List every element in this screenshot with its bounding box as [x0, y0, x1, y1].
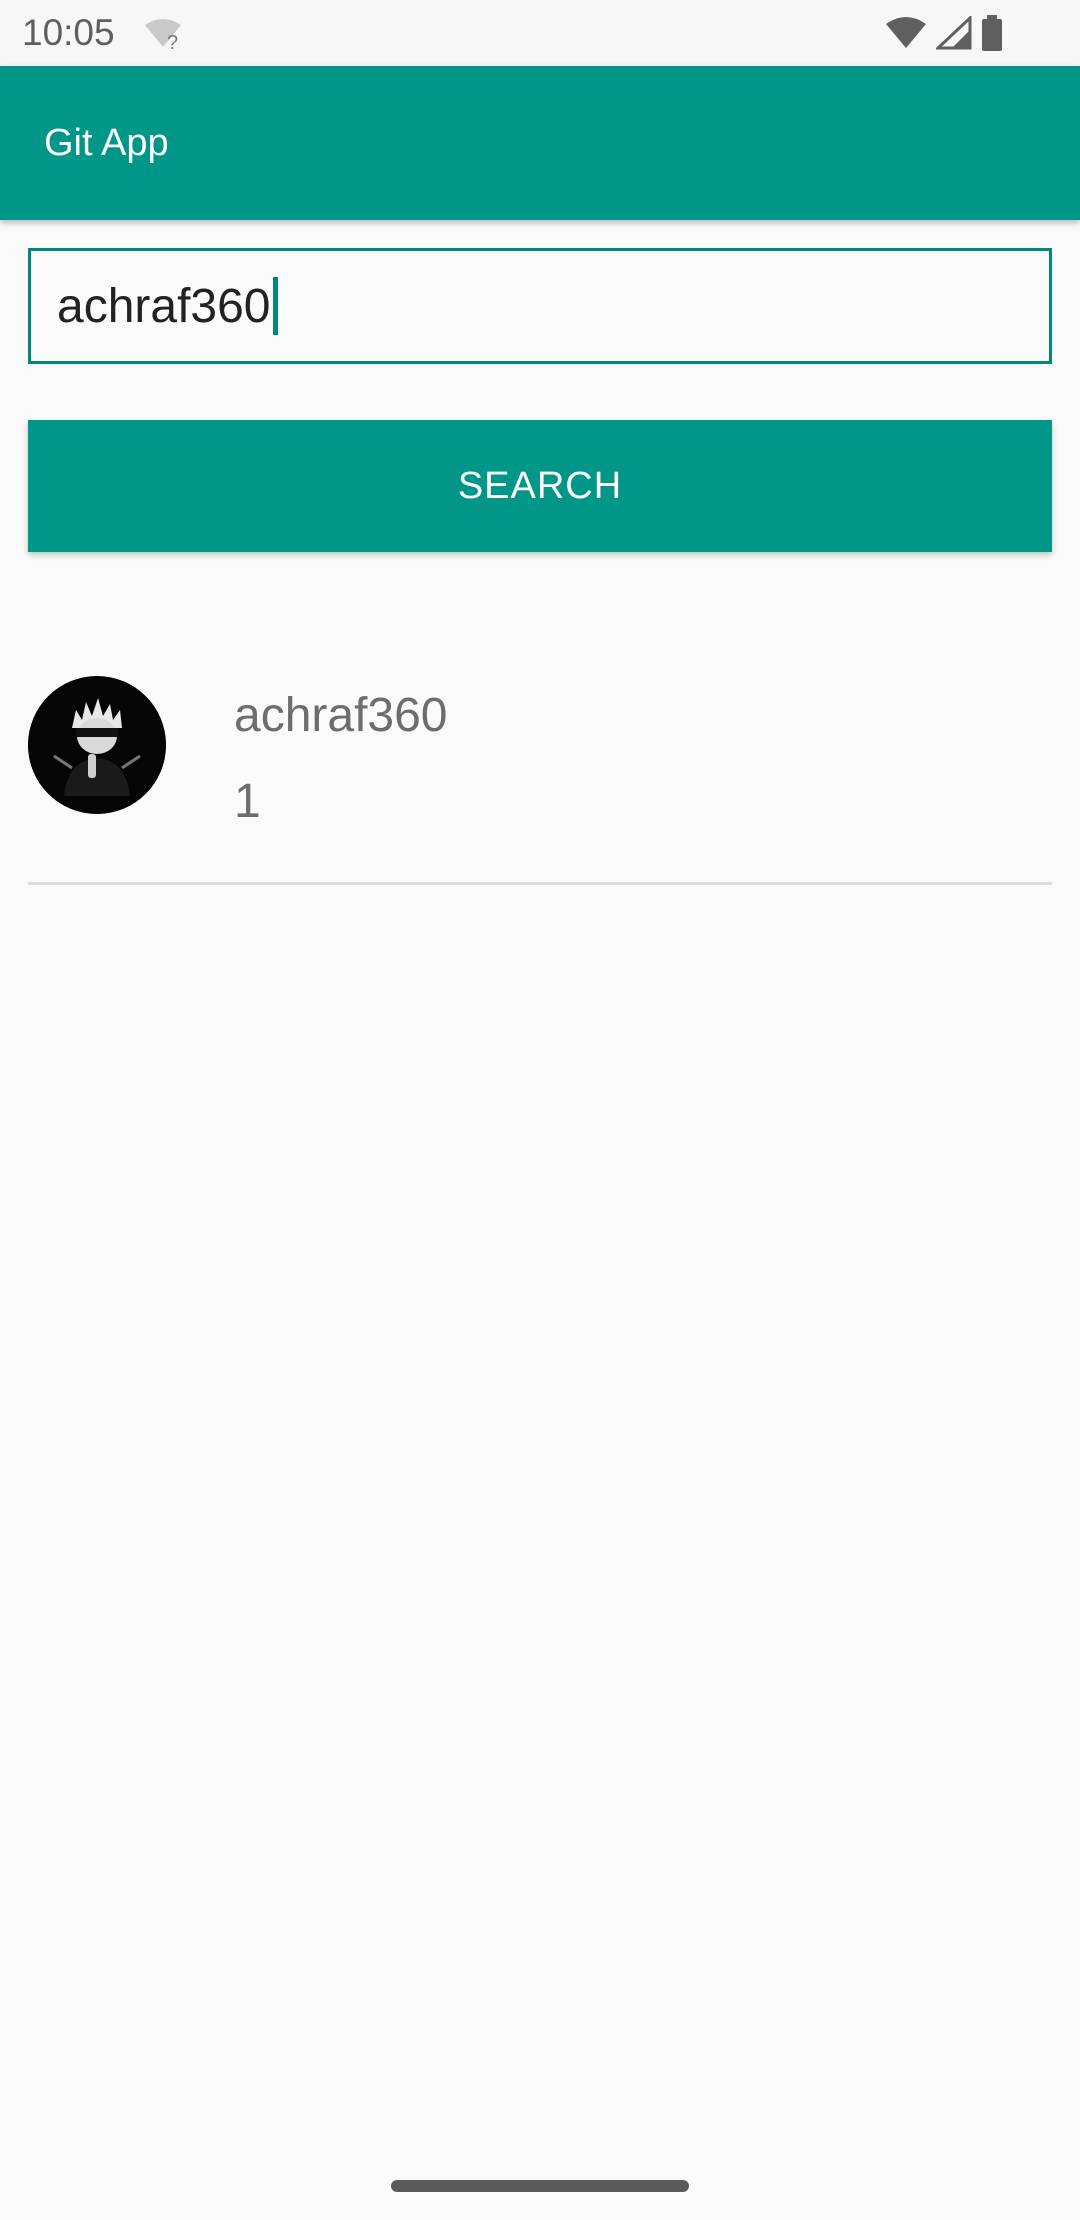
- wifi-icon: [886, 17, 926, 48]
- status-icons: [884, 15, 1004, 51]
- search-input[interactable]: achraf360: [28, 248, 1052, 364]
- list-divider: [28, 882, 1052, 885]
- list-item[interactable]: achraf360 1: [28, 676, 1052, 884]
- status-bar: 10:05 ?: [0, 0, 1080, 66]
- text-cursor: [272, 277, 278, 335]
- avatar: [28, 676, 166, 814]
- search-button-label: SEARCH: [457, 464, 623, 507]
- cell-signal-icon: [936, 16, 972, 50]
- app-title: Git App: [44, 122, 169, 164]
- svg-text:?: ?: [167, 32, 178, 51]
- wifi-question-icon: ?: [145, 19, 181, 51]
- avatar-image: [28, 676, 166, 814]
- home-indicator[interactable]: [391, 2180, 689, 2192]
- search-button[interactable]: SEARCH: [28, 420, 1052, 552]
- battery-icon: [982, 15, 1002, 51]
- search-input-value: achraf360: [57, 279, 271, 333]
- result-count: 1: [234, 775, 261, 828]
- result-username: achraf360: [234, 689, 448, 742]
- app-bar: Git App: [0, 66, 1080, 220]
- status-time: 10:05: [22, 12, 115, 53]
